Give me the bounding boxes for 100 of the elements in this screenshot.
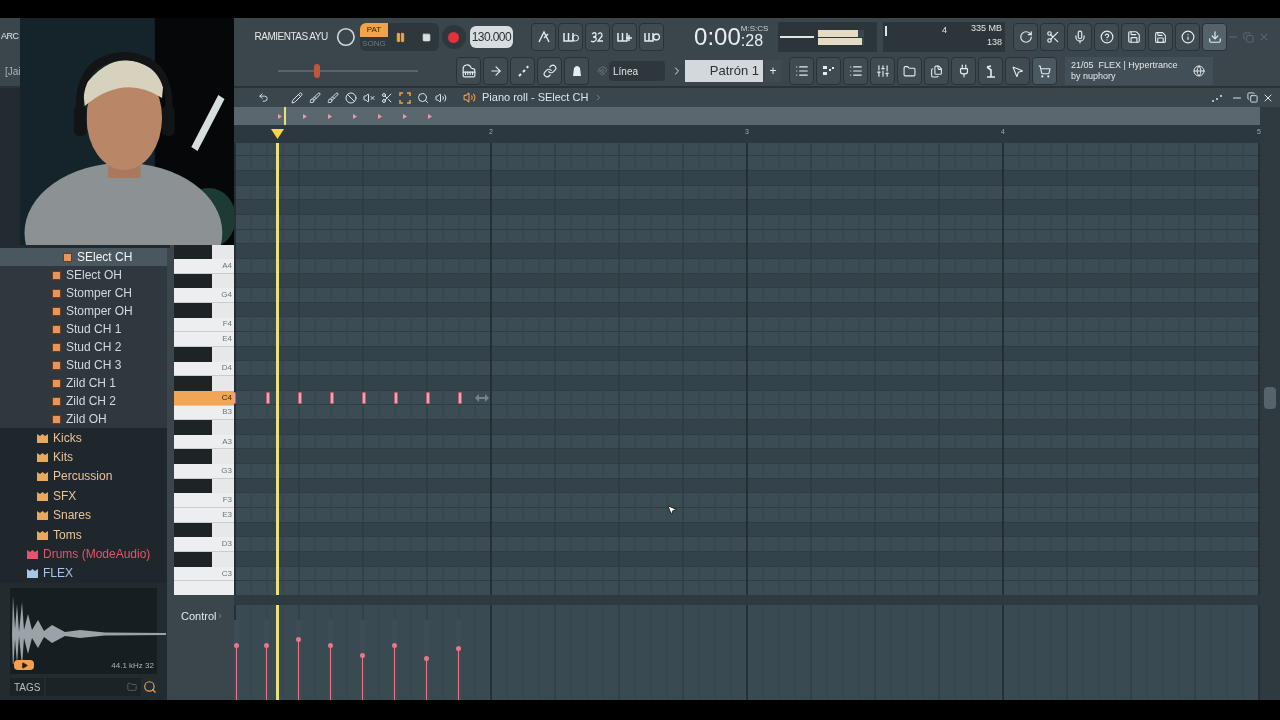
files-button[interactable] [924, 57, 949, 85]
piano-key[interactable] [174, 449, 234, 465]
browser-item[interactable]: Stomper CH [0, 284, 167, 302]
mute-icon[interactable] [363, 91, 375, 104]
note[interactable] [298, 392, 302, 404]
wait-button[interactable] [558, 23, 584, 51]
play-button[interactable] [387, 23, 414, 51]
velocity-handle[interactable] [392, 643, 397, 648]
browser-item[interactable]: Drums (ModeAudio) [0, 544, 167, 564]
velocity-handle[interactable] [360, 652, 365, 658]
step-edit-button[interactable] [612, 23, 638, 51]
cut-button[interactable] [1040, 23, 1065, 51]
bell-button[interactable] [564, 57, 589, 85]
plugin-button[interactable] [951, 57, 976, 85]
mode-option[interactable]: PAT [360, 23, 388, 37]
menu-label[interactable]: ARC [1, 30, 20, 44]
channel-rack-button[interactable] [816, 57, 841, 85]
note[interactable] [394, 392, 398, 404]
snap-icon[interactable] [1211, 93, 1223, 102]
velocity-handle[interactable] [456, 646, 461, 652]
browser-item[interactable]: Stud CH 2 [0, 338, 167, 356]
record-audio-button[interactable] [1067, 23, 1092, 51]
list-button[interactable] [843, 57, 868, 85]
search-icon[interactable] [143, 680, 157, 694]
select-icon[interactable] [399, 91, 411, 104]
piano-key[interactable] [174, 552, 234, 567]
velocity-handle[interactable] [296, 636, 301, 642]
delete-icon[interactable] [345, 91, 357, 104]
piano-key[interactable]: E3 [174, 508, 234, 523]
metronome-button[interactable] [531, 23, 557, 51]
piano-roll-button[interactable] [456, 57, 481, 85]
pencil-icon[interactable] [291, 91, 303, 104]
save-button[interactable] [1121, 23, 1146, 51]
browser-item[interactable]: SFX [0, 486, 167, 506]
glide-button[interactable] [510, 57, 535, 85]
stop-button[interactable] [413, 23, 439, 51]
undo-icon[interactable] [258, 92, 269, 103]
send-button[interactable] [483, 57, 508, 85]
velocity-handle[interactable] [234, 643, 239, 648]
piano-key[interactable] [174, 376, 234, 391]
piano-key[interactable]: E4 [174, 332, 234, 347]
slider-thumb[interactable] [314, 64, 321, 78]
brush-icon[interactable] [327, 91, 339, 104]
note[interactable] [426, 392, 430, 404]
info-button[interactable] [1175, 23, 1200, 51]
browser-item[interactable]: Zild CH 2 [0, 392, 167, 410]
save-as-button[interactable] [1148, 23, 1173, 51]
loop-marker[interactable] [284, 107, 286, 125]
control-lane-label[interactable]: Control [181, 608, 217, 625]
browser-item[interactable]: Kits [0, 447, 167, 467]
hand-button[interactable] [1005, 57, 1030, 85]
knob-icon[interactable] [336, 27, 357, 47]
loop-record-button[interactable] [639, 23, 665, 51]
browser-item[interactable]: SElect OH [0, 266, 167, 284]
mixer-button[interactable] [870, 57, 895, 85]
resize-handle-icon[interactable] [475, 394, 489, 402]
pitch-slider[interactable] [278, 64, 418, 78]
tempo-field[interactable]: 130.000 [469, 26, 514, 48]
velocity-handle[interactable] [328, 643, 333, 648]
help-button[interactable] [1094, 23, 1119, 51]
piano-key[interactable] [174, 420, 234, 435]
playlist-button[interactable] [789, 57, 814, 85]
add-pattern-button[interactable]: + [765, 60, 781, 82]
browser-item[interactable]: FLEX [0, 563, 167, 584]
sharp-key[interactable] [174, 449, 212, 465]
browser-button[interactable] [897, 57, 922, 85]
piano-key[interactable]: G3 [174, 464, 234, 479]
zoom-icon[interactable] [417, 91, 429, 104]
browser-item[interactable]: Percussion [0, 466, 167, 487]
piano-key[interactable]: F3 [174, 493, 234, 509]
note[interactable] [362, 392, 366, 404]
browser-item[interactable]: Toms [0, 524, 167, 545]
scissors-icon[interactable] [381, 91, 393, 104]
piano-key[interactable]: D3 [174, 537, 234, 553]
link-button[interactable] [537, 57, 562, 85]
snap-dropdown[interactable]: Línea [609, 61, 665, 81]
download-button[interactable] [1202, 23, 1227, 51]
browser-item[interactable]: Zild OH [0, 410, 167, 428]
pattern-selector[interactable]: Patrón 1 [685, 60, 763, 82]
shop-button[interactable] [1032, 57, 1057, 85]
note[interactable] [330, 392, 334, 404]
speaker-icon[interactable] [463, 91, 476, 104]
piano-key[interactable]: G4 [174, 288, 234, 303]
countdown-button[interactable] [585, 23, 611, 51]
note[interactable] [458, 392, 462, 404]
scrollbar-thumb[interactable] [1264, 387, 1276, 409]
playhead-marker-icon[interactable] [271, 129, 284, 139]
velocity-handle[interactable] [424, 655, 429, 661]
browser-item[interactable]: Stomper OH [0, 302, 167, 320]
browser-item[interactable]: Stud CH 3 [0, 356, 167, 374]
speaker-icon[interactable] [435, 91, 447, 104]
browser-item[interactable]: Kicks [0, 428, 167, 448]
tags-field[interactable] [46, 678, 141, 696]
browser-item[interactable]: Zild CH 1 [0, 374, 167, 392]
browser-item[interactable]: SElect CH [0, 248, 167, 266]
browser-item[interactable]: Stud CH 1 [0, 320, 167, 338]
news-panel[interactable]: 21/05 FLEX | Hypertrance by nuphory [1065, 57, 1213, 85]
restore-icon[interactable] [1247, 92, 1258, 103]
mode-switch[interactable]: PAT SONG [360, 23, 388, 51]
brush-icon[interactable] [309, 91, 321, 104]
